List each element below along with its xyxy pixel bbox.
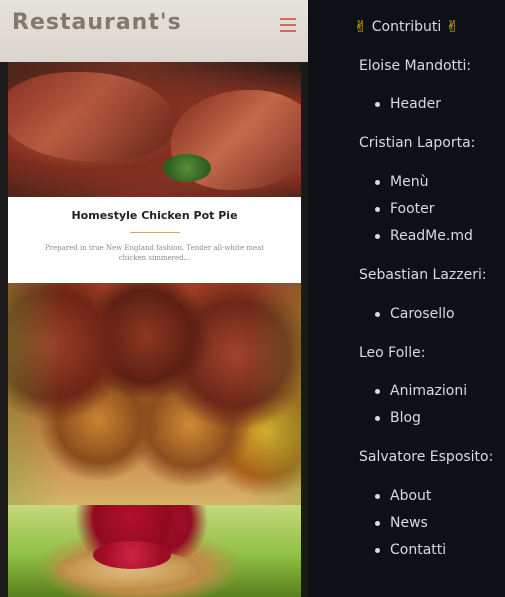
dish-description: Prepared in true New England fashion. Te… (44, 244, 265, 262)
skewers-photo (8, 283, 301, 505)
contribution-item: ReadMe.md (375, 228, 473, 244)
contributor-name: Eloise Mandotti: (359, 58, 472, 74)
menu-line-middle (280, 24, 296, 26)
berry-sauce (93, 541, 171, 569)
contribution-item: Contatti (374, 542, 447, 558)
contribution-item: Blog (375, 410, 421, 426)
brand-title: Restaurant's (12, 10, 182, 35)
contribution-item: Menù (374, 174, 429, 190)
victory-hand-icon: ✌ (353, 17, 368, 36)
site-header: Restaurant's (0, 0, 308, 62)
dish-title: Homestyle Chicken Pot Pie (71, 209, 238, 222)
contribution-item: About (374, 488, 432, 504)
victory-hand-icon: ✌ (445, 17, 460, 36)
contribution-item: News (375, 515, 428, 531)
menu-line-top (280, 18, 296, 20)
hamburger-menu-icon[interactable] (280, 18, 296, 32)
contributor-name: Salvatore Esposito: (359, 449, 494, 465)
steak-photo (8, 62, 301, 197)
card-divider (129, 232, 180, 233)
contribution-item: Header (375, 96, 441, 112)
contribution-item: Animazioni (374, 383, 468, 399)
contributor-name: Leo Folle: (359, 345, 426, 361)
herb-garnish (163, 154, 211, 182)
contributor-name: Cristian Laporta: (359, 135, 476, 151)
restaurant-gallery: Restaurant's Homestyle Chicken Pot Pie P… (0, 0, 308, 597)
contributors-title: ✌ Contributi ✌ (308, 16, 505, 37)
contributor-name: Sebastian Lazzeri: (359, 267, 487, 283)
menu-line-bottom (280, 30, 296, 32)
contributors-sidebar: ✌ Contributi ✌ Eloise Mandotti: Header C… (308, 0, 505, 597)
app-screen: Restaurant's Homestyle Chicken Pot Pie P… (0, 0, 505, 597)
contribution-item: Carosello (375, 306, 455, 322)
pancakes-photo (8, 505, 301, 597)
dish-card[interactable]: Homestyle Chicken Pot Pie Prepared in tr… (8, 197, 301, 283)
steak-left (8, 72, 173, 162)
contributors-title-label: Contributi (371, 19, 442, 35)
contribution-item: Footer (375, 201, 435, 217)
